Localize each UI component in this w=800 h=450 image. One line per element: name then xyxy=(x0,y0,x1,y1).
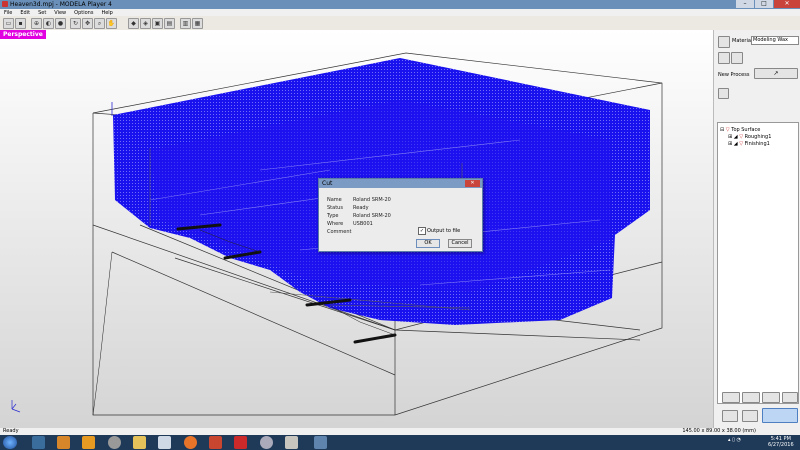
tree-item-roughing[interactable]: ⊞ ◢ ▽ Roughing1 xyxy=(728,134,771,140)
cut-dialog: Cut ✕ Name Roland SRM-20 Status Ready Ty… xyxy=(318,178,483,252)
view-back-icon[interactable]: ▦ xyxy=(192,18,203,29)
new-process-button[interactable]: ↗ xyxy=(754,68,798,79)
save-icon[interactable]: ▪ xyxy=(15,18,26,29)
view-side-icon[interactable]: ▤ xyxy=(164,18,175,29)
toolbar: ▭ ▪ ⊕ ◐ ● ↻ ✥ ⌕ ✋ ◆ ◈ ▣ ▤ ▥ ▦ xyxy=(0,16,800,31)
taskbar: ▴ ▯ ◔ 5:41 PM 6/27/2016 xyxy=(0,435,800,450)
pan-icon[interactable]: ✋ xyxy=(106,18,117,29)
rotate-icon[interactable]: ↻ xyxy=(70,18,81,29)
taskbar-app-10[interactable] xyxy=(260,436,273,449)
start-button[interactable] xyxy=(3,436,17,449)
view-rotate-icon[interactable]: ◐ xyxy=(43,18,54,29)
settings-icon[interactable] xyxy=(718,52,730,64)
minimize-button[interactable]: – xyxy=(736,0,754,8)
taskbar-app-11[interactable] xyxy=(285,436,298,449)
view-bottom-icon[interactable]: ▥ xyxy=(180,18,191,29)
clock[interactable]: 5:41 PM 6/27/2016 xyxy=(768,436,794,448)
axis-gizmo xyxy=(11,400,21,413)
right-panel: Material Modeling Wax New Process ↗ ⊟ ▽ … xyxy=(713,30,800,428)
new-process-label: New Process xyxy=(718,72,750,78)
window-title: Heaven3d.mpj - MODELA Player 4 xyxy=(10,1,112,8)
view-iso-icon[interactable]: ◈ xyxy=(140,18,151,29)
dialog-name-label: Name xyxy=(327,197,342,203)
dialog-where-label: Where xyxy=(327,221,344,227)
status-text: Ready xyxy=(3,428,19,434)
menu-bar: File Edit Set View Options Help xyxy=(0,9,800,16)
taskbar-app-8[interactable] xyxy=(209,436,222,449)
close-button[interactable]: ✕ xyxy=(774,0,800,8)
dialog-title: Cut xyxy=(319,179,482,188)
taskbar-app-1[interactable] xyxy=(32,436,45,449)
process-list-icon[interactable] xyxy=(718,88,729,99)
dialog-type-value: Roland SRM-20 xyxy=(353,213,391,219)
file-explorer-icon[interactable] xyxy=(133,436,146,449)
status-bar: Ready 145.00 x 89.00 x 38.00 (mm) xyxy=(0,428,800,435)
dialog-status-value: Ready xyxy=(353,205,369,211)
material-icon[interactable] xyxy=(718,36,730,48)
view-top-icon[interactable]: ▣ xyxy=(152,18,163,29)
chart-icon[interactable] xyxy=(731,52,743,64)
process-tree: ⊟ ▽ Top Surface ⊞ ◢ ▽ Roughing1 ⊞ ◢ ▽ Fi… xyxy=(717,122,799,404)
zoom-icon[interactable]: ⌕ xyxy=(94,18,105,29)
dialog-where-value: USB001 xyxy=(353,221,373,227)
open-icon[interactable]: ▭ xyxy=(3,18,14,29)
ok-button[interactable]: OK xyxy=(416,239,440,248)
cancel-button[interactable]: Cancel xyxy=(448,239,472,248)
app-icon xyxy=(2,1,8,7)
taskbar-app-2[interactable] xyxy=(57,436,70,449)
cut-button[interactable] xyxy=(762,408,798,423)
dialog-type-label: Type xyxy=(327,213,339,219)
path-tool-icon[interactable] xyxy=(722,392,740,403)
model-dimensions: 145.00 x 89.00 x 38.00 (mm) xyxy=(682,428,756,434)
output-to-file-checkbox[interactable]: ✓ xyxy=(418,227,426,235)
dialog-status-label: Status xyxy=(327,205,343,211)
title-bar: Heaven3d.mpj - MODELA Player 4 – □ ✕ xyxy=(0,0,800,9)
maximize-button[interactable]: □ xyxy=(755,0,773,8)
tray-icons[interactable]: ▴ ▯ ◔ xyxy=(728,437,741,443)
fit-view-icon[interactable]: ⊕ xyxy=(31,18,42,29)
taskbar-app-3[interactable] xyxy=(82,436,95,449)
preview-tool-icon[interactable] xyxy=(762,392,780,403)
tree-item-root[interactable]: ⊟ ▽ Top Surface xyxy=(720,127,760,133)
viewport-label: Perspective xyxy=(0,30,46,39)
edit-tool-icon[interactable] xyxy=(742,392,760,403)
dialog-close-button[interactable]: ✕ xyxy=(465,180,480,187)
material-label: Material xyxy=(732,38,753,44)
output-to-file-label: Output to file xyxy=(427,228,461,234)
firefox-icon[interactable] xyxy=(184,436,197,449)
view-front-icon[interactable]: ◆ xyxy=(128,18,139,29)
move-icon[interactable]: ✥ xyxy=(82,18,93,29)
preview-cut-icon[interactable] xyxy=(742,410,758,422)
clock-date: 6/27/2016 xyxy=(768,442,794,448)
delete-tool-icon[interactable] xyxy=(782,392,798,403)
taskbar-app-9[interactable] xyxy=(234,436,247,449)
tree-item-finishing[interactable]: ⊞ ◢ ▽ Finishing1 xyxy=(728,141,770,147)
taskbar-app-12[interactable] xyxy=(314,436,327,449)
taskbar-app-4[interactable] xyxy=(108,436,121,449)
material-select[interactable]: Modeling Wax xyxy=(751,36,799,45)
view-reset-icon[interactable]: ● xyxy=(55,18,66,29)
dialog-name-value: Roland SRM-20 xyxy=(353,197,391,203)
stop-icon[interactable] xyxy=(722,410,738,422)
taskbar-app-6[interactable] xyxy=(158,436,171,449)
dialog-comment-label: Comment xyxy=(327,229,352,235)
